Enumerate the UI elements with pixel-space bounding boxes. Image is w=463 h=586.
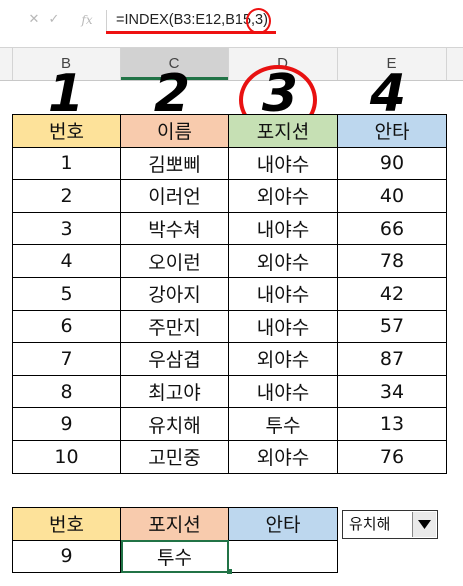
row-name-cell[interactable]: 주만지	[120, 309, 229, 344]
row-name-cell[interactable]: 유치해	[120, 407, 229, 441]
table-header-row: 번호 이름 포지션 안타	[12, 114, 447, 148]
lookup-hits-cell[interactable]	[228, 539, 338, 573]
row-hits-cell[interactable]: 90	[337, 146, 447, 181]
row-name-cell[interactable]: 강아지	[120, 276, 229, 311]
lookup-header-row: 번호 포지션 안타	[12, 507, 338, 541]
table-row: 5 강아지 내야수 42	[12, 276, 447, 311]
player-dropdown[interactable]: 유치해	[342, 510, 438, 539]
row-position-cell[interactable]: 내야수	[228, 276, 338, 311]
row-position-cell[interactable]: 외야수	[228, 439, 338, 474]
triangle-down-icon	[418, 520, 431, 529]
row-name-cell[interactable]: 김뽀삐	[120, 146, 229, 181]
formula-bar-divider	[106, 10, 107, 32]
lookup-header-position[interactable]: 포지션	[120, 507, 229, 541]
row-number-cell[interactable]: 7	[12, 342, 121, 376]
formula-circle-annotation	[246, 8, 271, 34]
table-row: 7 우삼겹 외야수 87	[12, 342, 447, 376]
dropdown-button[interactable]	[412, 512, 436, 537]
table-row: 1 김뽀삐 내야수 90	[12, 146, 447, 181]
header-position[interactable]: 포지션	[228, 114, 338, 148]
row-hits-cell[interactable]: 66	[337, 211, 447, 246]
row-hits-cell[interactable]: 42	[337, 276, 447, 311]
row-name-cell[interactable]: 최고야	[120, 374, 229, 409]
row-position-cell[interactable]: 내야수	[228, 309, 338, 344]
lookup-table: 번호 포지션 안타 9 투수	[12, 507, 338, 573]
dropdown-value: 유치해	[349, 515, 391, 533]
row-name-cell[interactable]: 이러언	[120, 179, 229, 213]
table-row: 6 주만지 내야수 57	[12, 309, 447, 344]
column-separator	[446, 48, 447, 80]
row-position-cell[interactable]: 외야수	[228, 179, 338, 213]
row-number-cell[interactable]: 9	[12, 407, 121, 441]
row-name-cell[interactable]: 우삼겹	[120, 342, 229, 376]
row-hits-cell[interactable]: 78	[337, 244, 447, 278]
lookup-header-hits[interactable]: 안타	[228, 507, 338, 541]
row-number-cell[interactable]: 10	[12, 439, 121, 474]
player-table: 번호 이름 포지션 안타 1 김뽀삐 내야수 90 2 이러언 외야수 40 3 박수쳐 내야수 66…	[12, 114, 447, 474]
table-row: 3 박수쳐 내야수 66	[12, 211, 447, 246]
row-hits-cell[interactable]: 34	[337, 374, 447, 409]
row-position-cell[interactable]: 외야수	[228, 342, 338, 376]
row-position-cell[interactable]: 내야수	[228, 146, 338, 181]
row-position-cell[interactable]: 내야수	[228, 211, 338, 246]
function-icon[interactable]: fx	[78, 9, 96, 31]
lookup-number-cell[interactable]: 9	[12, 539, 121, 573]
row-position-cell[interactable]: 외야수	[228, 244, 338, 278]
table-row: 9 유치해 투수 13	[12, 407, 447, 441]
row-number-cell[interactable]: 8	[12, 374, 121, 409]
row-number-cell[interactable]: 6	[12, 309, 121, 344]
lookup-value-row: 9 투수	[12, 539, 338, 573]
header-name[interactable]: 이름	[120, 114, 229, 148]
row-name-cell[interactable]: 고민중	[120, 439, 229, 474]
row-hits-cell[interactable]: 57	[337, 309, 447, 344]
table-row: 4 오이런 외야수 78	[12, 244, 447, 278]
row-hits-cell[interactable]: 87	[337, 342, 447, 376]
row-number-cell[interactable]: 4	[12, 244, 121, 278]
header-number[interactable]: 번호	[12, 114, 121, 148]
cancel-icon[interactable]: ✕	[26, 9, 42, 31]
enter-icon[interactable]: ✓	[46, 9, 62, 31]
row-hits-cell[interactable]: 76	[337, 439, 447, 474]
lookup-position-cell[interactable]: 투수	[120, 539, 229, 573]
row-position-cell[interactable]: 투수	[228, 407, 338, 441]
table-row: 8 최고야 내야수 34	[12, 374, 447, 409]
row-number-cell[interactable]: 5	[12, 276, 121, 311]
row-hits-cell[interactable]: 13	[337, 407, 447, 441]
row-name-cell[interactable]: 오이런	[120, 244, 229, 278]
row-number-cell[interactable]: 1	[12, 146, 121, 181]
row-number-cell[interactable]: 2	[12, 179, 121, 213]
formula-bar: ✕ ✓ fx =INDEX(B3:E12,B15,3)	[0, 0, 463, 40]
header-hits[interactable]: 안타	[337, 114, 447, 148]
row-number-cell[interactable]: 3	[12, 211, 121, 246]
row-name-cell[interactable]: 박수쳐	[120, 211, 229, 246]
row-position-cell[interactable]: 내야수	[228, 374, 338, 409]
fill-handle[interactable]	[227, 569, 232, 574]
table-row: 10 고민중 외야수 76	[12, 439, 447, 474]
table-row: 2 이러언 외야수 40	[12, 179, 447, 213]
row-hits-cell[interactable]: 40	[337, 179, 447, 213]
lookup-header-number[interactable]: 번호	[12, 507, 121, 541]
